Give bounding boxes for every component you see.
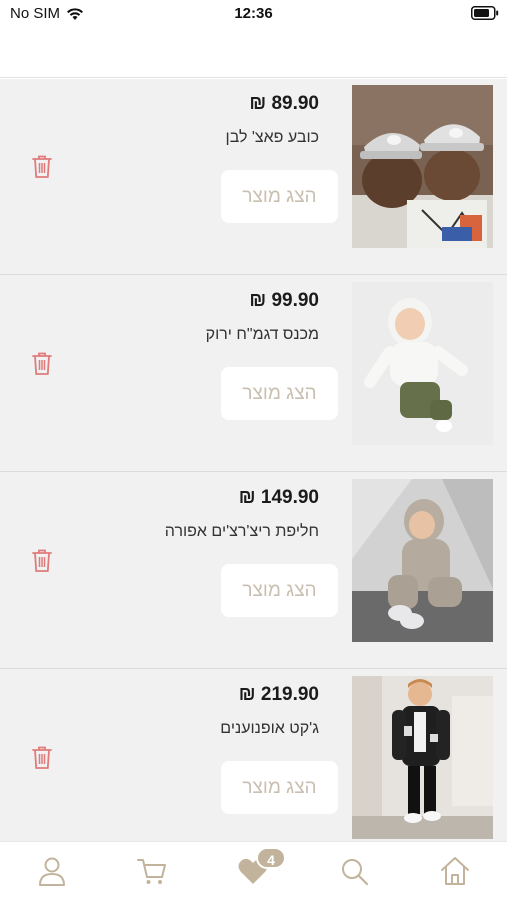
battery-icon — [471, 6, 499, 20]
top-header — [0, 30, 507, 78]
list-item: 99.90 ₪ מכנס דגמ"ח ירוק הצג מוצר — [0, 276, 507, 472]
view-product-button[interactable]: הצג מוצר — [221, 170, 338, 223]
tab-cart[interactable] — [135, 854, 169, 888]
product-image[interactable] — [352, 85, 493, 248]
product-name: ג'קט אופנוענים — [220, 720, 319, 737]
list-item: 149.90 ₪ חליפת ריצ'רצ'ים אפורה הצג מוצר — [0, 473, 507, 669]
search-icon — [342, 859, 369, 886]
home-icon — [441, 857, 469, 885]
tab-home[interactable] — [438, 854, 472, 888]
product-name: חליפת ריצ'רצ'ים אפורה — [164, 523, 319, 540]
trash-icon[interactable] — [31, 548, 53, 573]
product-name: כובע פאצ' לבן — [225, 129, 319, 146]
product-image[interactable] — [352, 282, 493, 445]
wishlist-count-badge: 4 — [256, 847, 286, 869]
trash-icon[interactable] — [31, 745, 53, 770]
tab-search[interactable] — [337, 854, 371, 888]
product-price: 89.90 ₪ — [249, 93, 319, 114]
view-product-button[interactable]: הצג מוצר — [221, 761, 338, 814]
list-item: 89.90 ₪ כובע פאצ' לבן הצג מוצר — [0, 79, 507, 275]
tab-profile[interactable] — [35, 854, 69, 888]
status-time: 12:36 — [234, 5, 273, 22]
product-price: 219.90 ₪ — [238, 684, 319, 705]
product-price: 149.90 ₪ — [238, 487, 319, 508]
view-product-button[interactable]: הצג מוצר — [221, 367, 338, 420]
list-item: 219.90 ₪ ג'קט אופנוענים הצג מוצר — [0, 670, 507, 841]
product-price: 99.90 ₪ — [249, 290, 319, 311]
view-product-button[interactable]: הצג מוצר — [221, 564, 338, 617]
product-image[interactable] — [352, 479, 493, 642]
product-image[interactable] — [352, 676, 493, 839]
bottom-tab-bar: 4 — [0, 841, 507, 900]
user-icon — [39, 857, 65, 886]
status-bar: No SIM 12:36 — [0, 0, 507, 30]
trash-icon[interactable] — [31, 351, 53, 376]
product-name: מכנס דגמ"ח ירוק — [205, 326, 319, 343]
wishlist-list[interactable]: 89.90 ₪ כובע פאצ' לבן הצג מוצר 99.90 ₪ מ… — [0, 79, 507, 841]
cart-icon — [137, 859, 166, 884]
trash-icon[interactable] — [31, 154, 53, 179]
